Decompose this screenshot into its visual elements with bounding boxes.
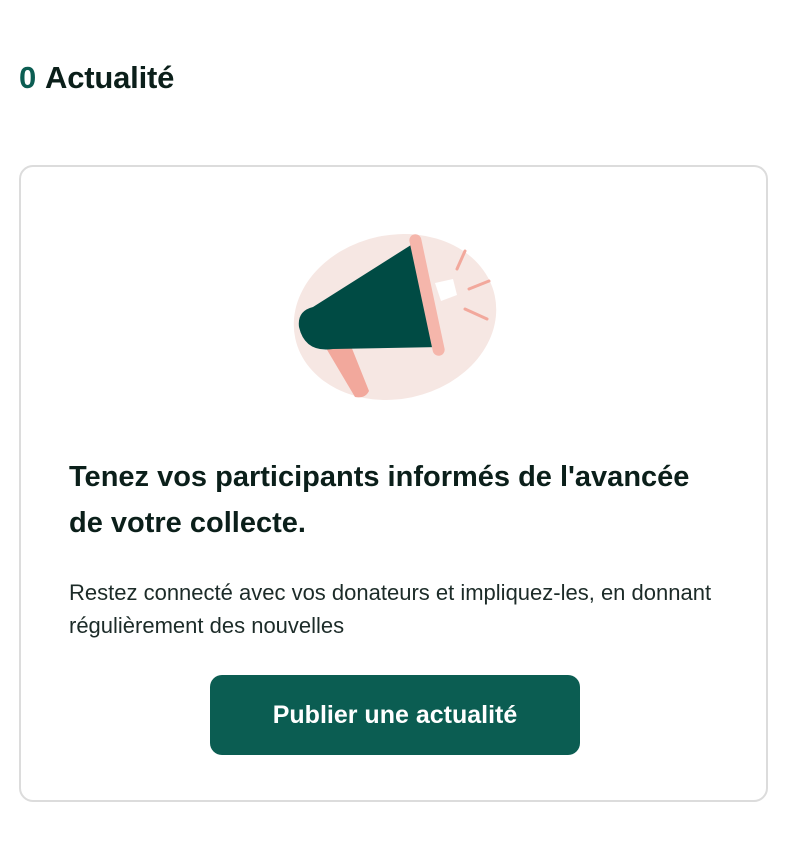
megaphone-icon [293, 234, 497, 400]
empty-state-title: Tenez vos participants informés de l'ava… [69, 461, 690, 539]
news-count: 0 [19, 60, 37, 95]
empty-state-card: Tenez vos participants informés de l'ava… [19, 165, 768, 802]
publish-news-button[interactable]: Publier une actualité [210, 675, 580, 755]
section-title: Actualité [45, 60, 175, 95]
empty-state-description: Restez connecté avec vos donateurs et im… [69, 580, 712, 638]
section-header: 0 Actualité [19, 56, 174, 100]
